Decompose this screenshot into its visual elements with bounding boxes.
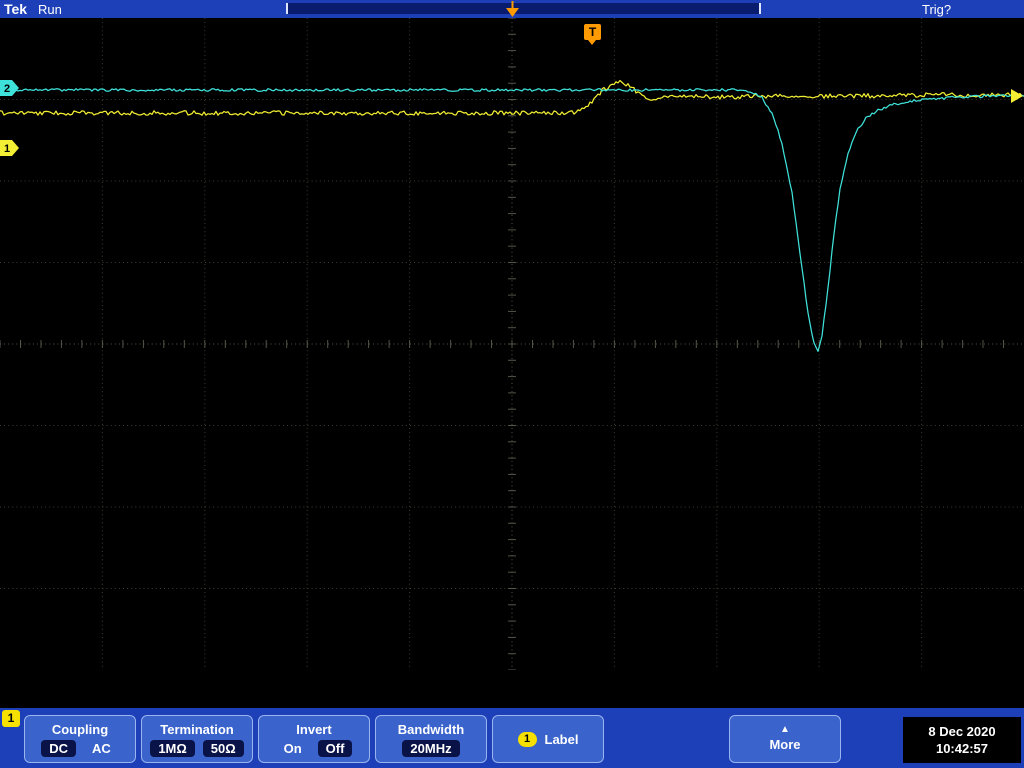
trigger-level-marker[interactable] — [1011, 89, 1023, 103]
termination-option-50ohm[interactable]: 50Ω — [203, 740, 244, 757]
more-up-arrow-icon: ▲ — [780, 726, 790, 734]
termination-button[interactable]: Termination 1MΩ 50Ω — [141, 715, 253, 763]
tek-logo: Tek — [4, 1, 27, 17]
bandwidth-title: Bandwidth — [398, 722, 464, 737]
acquisition-status: Run — [38, 2, 62, 17]
invert-option-on[interactable]: On — [276, 740, 310, 757]
ch2-position-marker-label: 2 — [4, 83, 10, 95]
more-button[interactable]: ▲ More — [729, 715, 841, 763]
waveform-display: 21 T — [0, 18, 1024, 670]
bottom-menu-bar: 1 Coupling DC AC Termination 1MΩ 50Ω Inv… — [0, 708, 1024, 768]
date-value: 8 Dec 2020 — [928, 723, 995, 740]
top-status-bar: Tek Run Trig? — [0, 0, 1024, 18]
coupling-option-ac[interactable]: AC — [84, 740, 119, 757]
coupling-title: Coupling — [52, 722, 108, 737]
termination-option-1mohm[interactable]: 1MΩ — [150, 740, 194, 757]
label-title: Label — [545, 732, 579, 747]
coupling-option-dc[interactable]: DC — [41, 740, 76, 757]
label-channel-badge: 1 — [518, 732, 537, 747]
readout-bar: 1 5.00 V Bw 2 50.0mV Bw 100ns T →▼-80.00… — [0, 670, 1024, 708]
waveform-ch1 — [0, 81, 1024, 116]
record-position-bar — [286, 3, 761, 14]
trigger-point-flag[interactable]: T — [584, 24, 601, 40]
termination-title: Termination — [160, 722, 233, 737]
menu-channel-badge: 1 — [2, 710, 20, 727]
label-button[interactable]: 1 Label — [492, 715, 604, 763]
trigger-position-arrow — [506, 0, 519, 18]
time-value: 10:42:57 — [936, 740, 988, 757]
bandwidth-option-20mhz[interactable]: 20MHz — [402, 740, 459, 757]
datetime-display: 8 Dec 2020 10:42:57 — [903, 717, 1021, 763]
invert-button[interactable]: Invert On Off — [258, 715, 370, 763]
more-title: More — [769, 737, 800, 752]
waveform-ch2 — [0, 89, 1024, 352]
bandwidth-button[interactable]: Bandwidth 20MHz — [375, 715, 487, 763]
oscilloscope-screen: Tek Run Trig? 21 T 1 5.00 V Bw 2 50.0mV … — [0, 0, 1024, 768]
coupling-button[interactable]: Coupling DC AC — [24, 715, 136, 763]
trigger-status: Trig? — [922, 2, 951, 17]
graticule: 21 — [0, 18, 1024, 670]
ch1-position-marker-label: 1 — [4, 143, 10, 155]
invert-title: Invert — [296, 722, 331, 737]
invert-option-off[interactable]: Off — [318, 740, 353, 757]
